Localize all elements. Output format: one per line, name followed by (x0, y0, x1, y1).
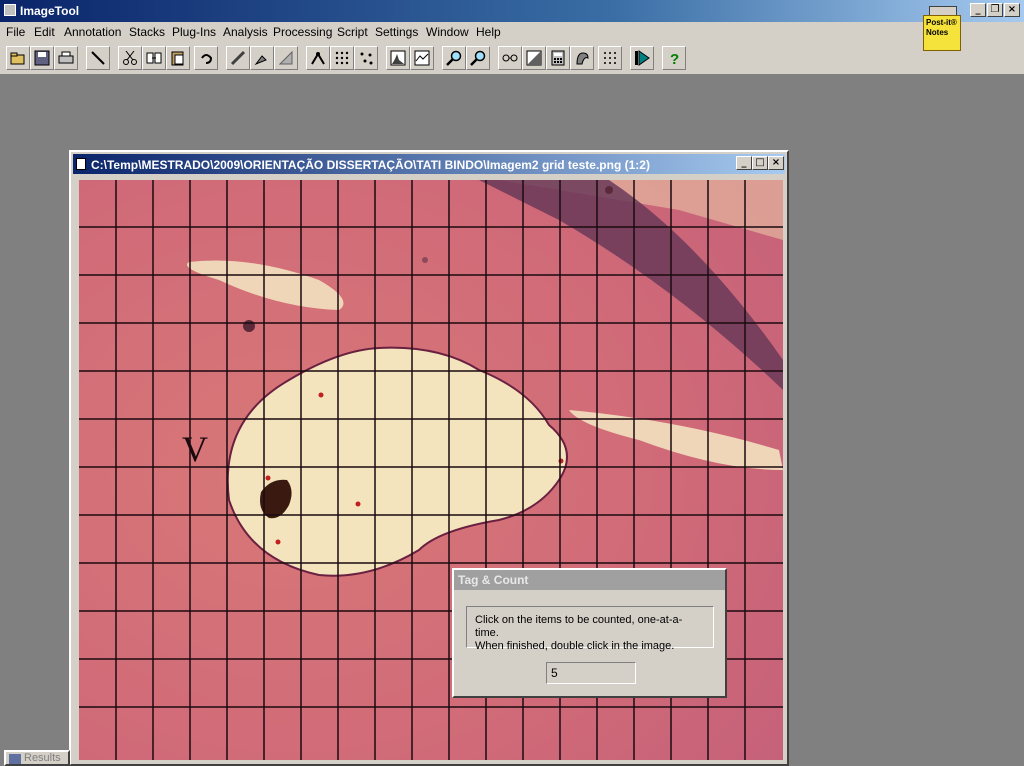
cut-button[interactable] (118, 46, 142, 70)
app-minimize-button[interactable]: _ (970, 3, 986, 17)
image-close-button[interactable]: × (768, 156, 784, 170)
pencil-button[interactable] (226, 46, 250, 70)
results-window-minimized[interactable]: Results (4, 750, 70, 766)
menu-edit[interactable]: Edit (34, 25, 55, 39)
brush-icon (254, 55, 267, 66)
eraser-button[interactable] (274, 46, 298, 70)
eraser-icon (278, 50, 293, 65)
menu-script[interactable]: Script (337, 25, 368, 39)
zoom-out-button[interactable] (466, 46, 490, 70)
tool-a-button[interactable] (306, 46, 330, 70)
paste-icon (171, 51, 184, 66)
paste-button[interactable] (166, 46, 190, 70)
print-icon (58, 51, 74, 64)
count-field: 5 (546, 662, 636, 684)
tag-count-dialog: Tag & Count Click on the items to be cou… (452, 568, 727, 698)
copy-icon (146, 52, 162, 64)
app-close-button[interactable]: × (1004, 3, 1020, 17)
menu-analysis[interactable]: Analysis (223, 25, 268, 39)
zoom-in-icon (446, 50, 462, 66)
histogram-icon (390, 50, 406, 66)
contrast-button[interactable] (522, 46, 546, 70)
postit-label: Post-it® Notes (923, 15, 961, 51)
zoom-in-button[interactable] (442, 46, 466, 70)
help-icon: ? (670, 51, 679, 66)
app-icon (4, 4, 16, 16)
image-minimize-button[interactable]: _ (736, 156, 752, 170)
grid-button[interactable] (598, 46, 622, 70)
tool-d-button[interactable] (498, 46, 522, 70)
print-button[interactable] (54, 46, 78, 70)
results-icon (9, 754, 21, 764)
image-maximize-button[interactable]: □ (752, 156, 768, 170)
toolbar: ? (0, 41, 1024, 75)
pencil-icon (230, 50, 246, 66)
tool-e-button[interactable] (570, 46, 594, 70)
tool-d-icon (502, 54, 518, 62)
postit-notes-button[interactable]: Post-it® Notes (921, 3, 963, 53)
line-icon (91, 51, 105, 65)
menu-bar: File Edit Annotation Stacks Plug-Ins Ana… (0, 22, 1024, 41)
open-icon (10, 52, 25, 65)
open-button[interactable] (6, 46, 30, 70)
copy-button[interactable] (142, 46, 166, 70)
save-button[interactable] (30, 46, 54, 70)
tool-a-icon (311, 52, 325, 65)
calculator-icon (551, 50, 565, 66)
menu-file[interactable]: File (6, 25, 25, 39)
tool-e-icon (576, 52, 589, 65)
menu-plugins[interactable]: Plug-Ins (172, 25, 216, 39)
app-titlebar: ImageTool (0, 0, 1024, 22)
region-label-v: V (182, 429, 208, 469)
histogram-button[interactable] (386, 46, 410, 70)
brush-button[interactable] (250, 46, 274, 70)
profile-button[interactable] (410, 46, 434, 70)
menu-help[interactable]: Help (476, 25, 501, 39)
menu-settings[interactable]: Settings (375, 25, 418, 39)
document-icon (76, 158, 86, 170)
app-title: ImageTool (20, 4, 80, 18)
profile-icon (414, 50, 430, 66)
help-button[interactable]: ? (662, 46, 686, 70)
grid-icon (604, 52, 616, 64)
save-icon (34, 50, 50, 66)
play-icon (635, 50, 650, 66)
svg-text:?: ? (670, 51, 679, 66)
line-tool-button[interactable] (86, 46, 110, 70)
app-restore-button[interactable]: ❐ (987, 3, 1003, 17)
calculator-button[interactable] (546, 46, 570, 70)
image-window-titlebar[interactable]: C:\Temp\MESTRADO\2009\ORIENTAÇÃO DISSERT… (73, 154, 785, 174)
cut-icon (123, 50, 137, 65)
undo-button[interactable] (194, 46, 218, 70)
menu-processing[interactable]: Processing (273, 25, 332, 39)
tool-b-icon (335, 51, 349, 65)
image-window-title: C:\Temp\MESTRADO\2009\ORIENTAÇÃO DISSERT… (91, 158, 650, 172)
tool-c-icon (360, 52, 373, 65)
contrast-icon (526, 50, 542, 66)
menu-annotation[interactable]: Annotation (64, 25, 121, 39)
undo-icon (201, 54, 213, 64)
results-label: Results (24, 752, 61, 764)
play-button[interactable] (630, 46, 654, 70)
dialog-instructions: Click on the items to be counted, one-at… (466, 606, 714, 652)
menu-window[interactable]: Window (426, 25, 469, 39)
tool-c-button[interactable] (354, 46, 378, 70)
menu-stacks[interactable]: Stacks (129, 25, 165, 39)
tool-b-button[interactable] (330, 46, 354, 70)
instructions-line-1: Click on the items to be counted, one-at… (475, 614, 683, 639)
instructions-line-2: When finished, double click in the image… (475, 640, 675, 652)
dialog-title[interactable]: Tag & Count (454, 570, 725, 590)
zoom-out-icon (470, 50, 486, 66)
